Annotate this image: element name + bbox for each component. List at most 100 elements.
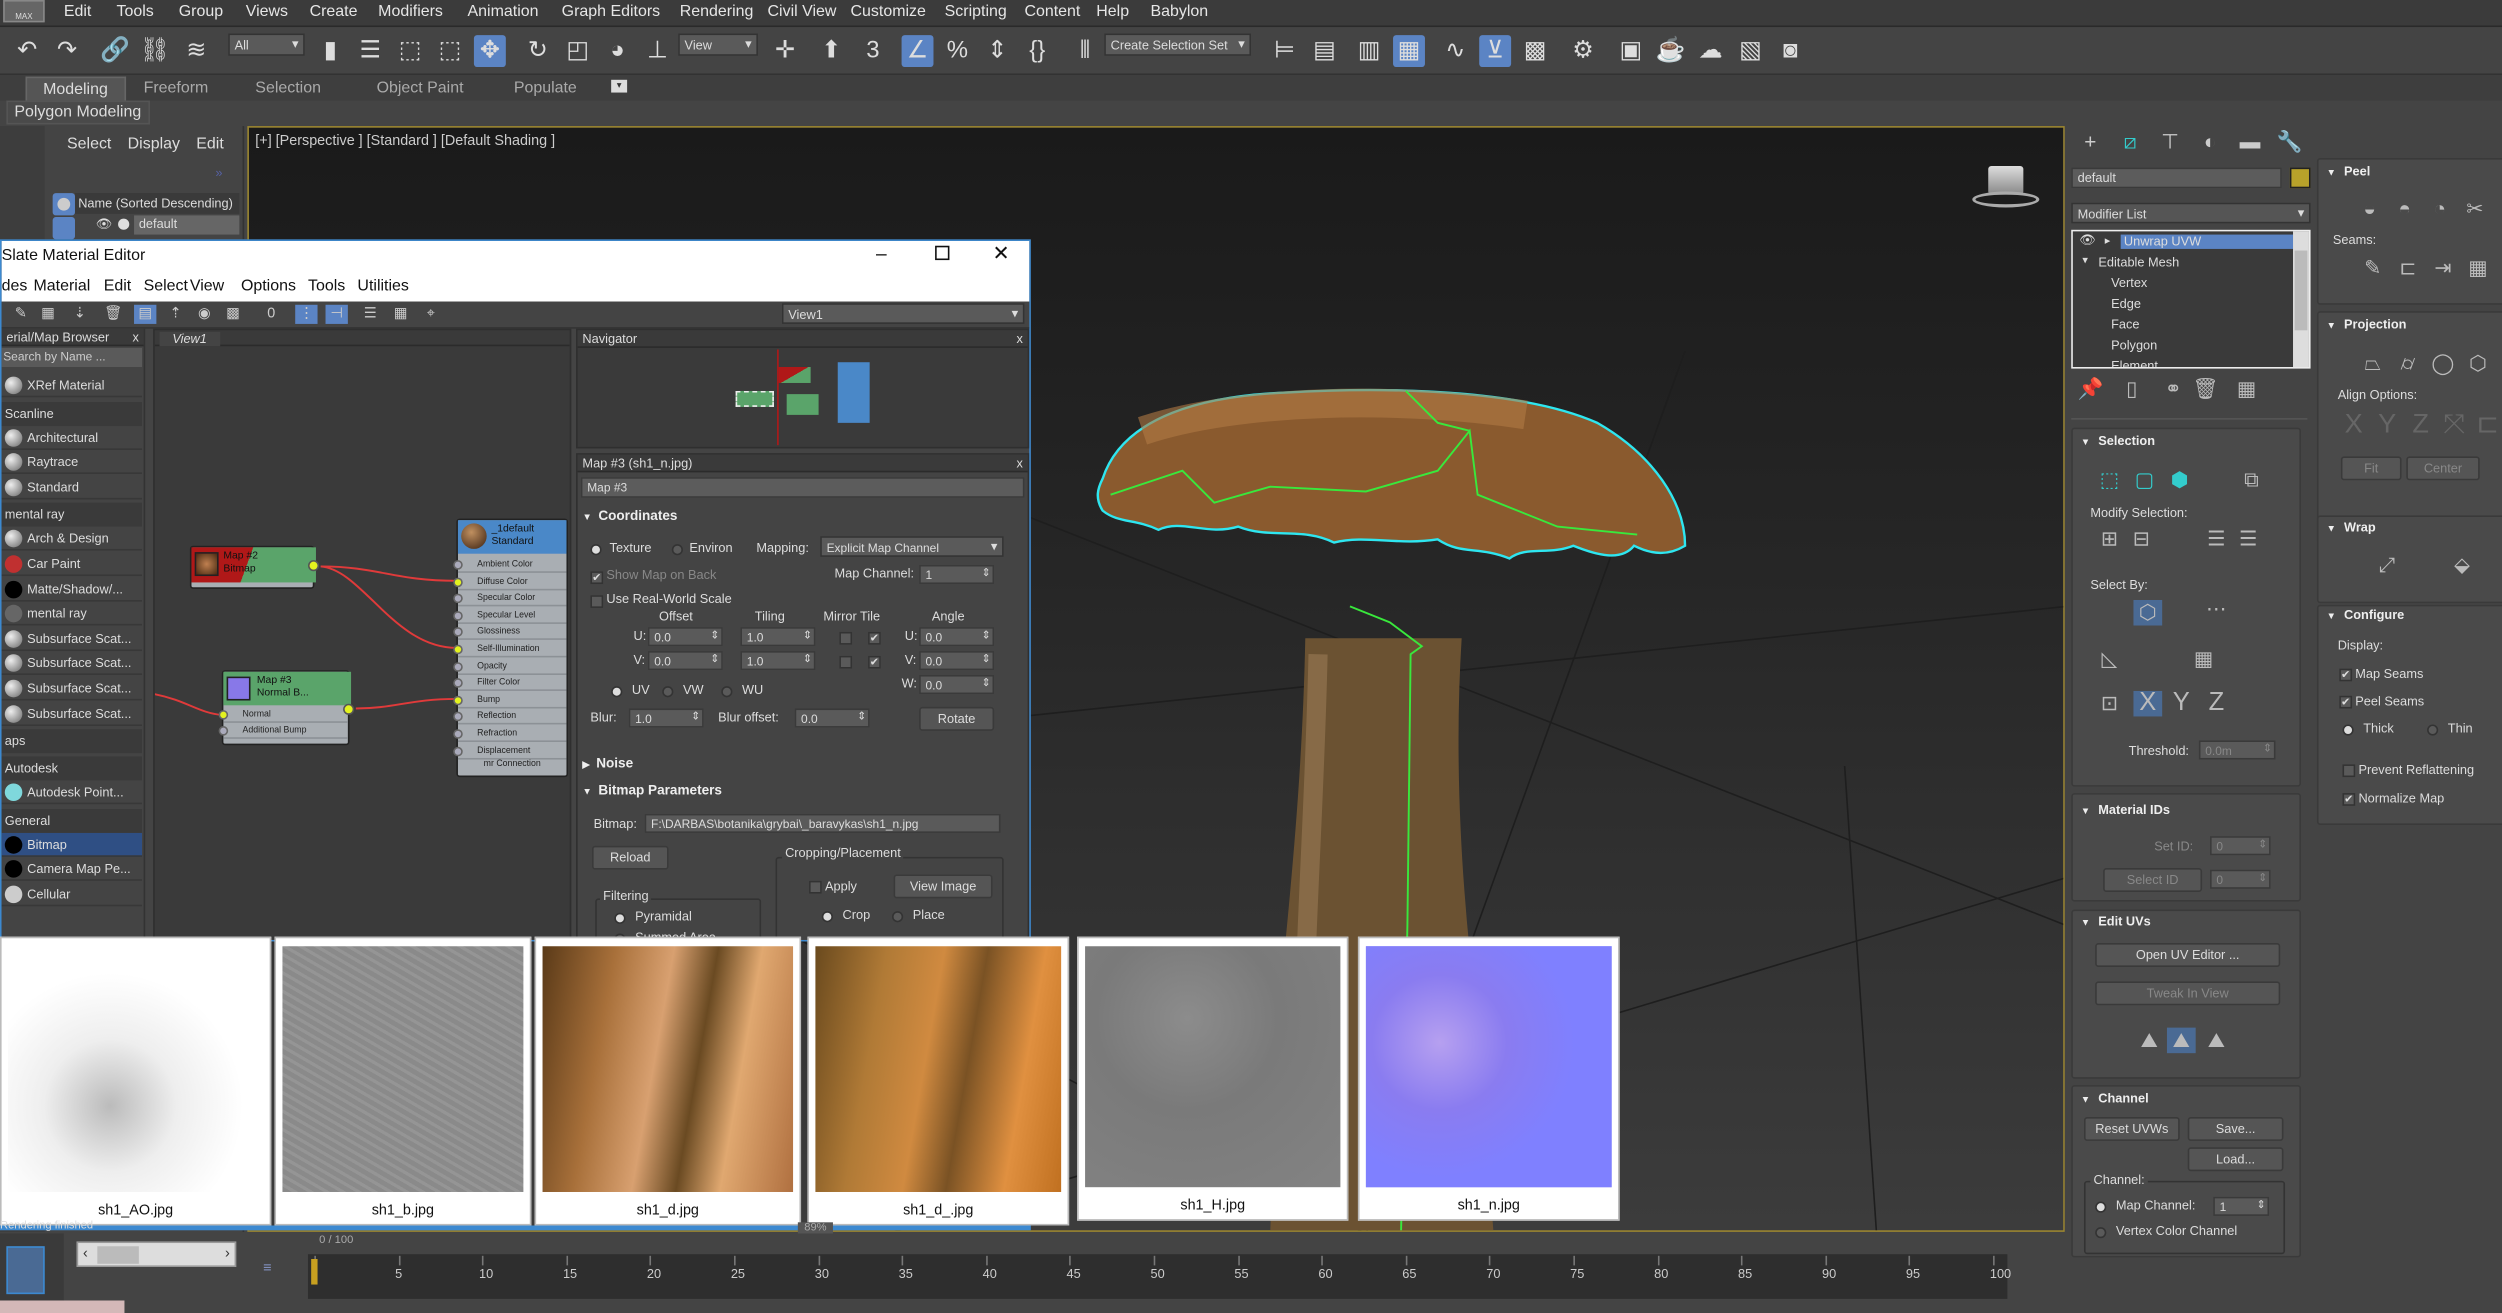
window-crossing-icon[interactable]: ⬚ — [434, 35, 466, 67]
rollout-toggle-icon[interactable]: ▼ — [2327, 613, 2336, 623]
viewcube[interactable] — [1972, 163, 2040, 211]
map-channel-spinner[interactable]: 1 — [2213, 1196, 2270, 1216]
browser-category-autodesk[interactable]: Autodesk — [1, 756, 143, 781]
planar-map-icon[interactable]: ⏢ — [2358, 351, 2387, 377]
browser-item-autodesk-point[interactable]: Autodesk Point... — [1, 781, 143, 805]
maximize-button[interactable] — [935, 245, 950, 261]
real-world-scale-checkbox[interactable] — [590, 595, 604, 608]
browser-item-mental-ray[interactable]: mental ray — [1, 602, 143, 626]
point-to-point-seam-icon[interactable]: ✎ — [2358, 255, 2387, 281]
place-icon[interactable]: ◕ — [602, 35, 634, 67]
texture-radio[interactable] — [590, 544, 602, 556]
stack-scrollbar[interactable] — [2293, 231, 2309, 368]
layer-explorer-icon[interactable]: ▤ — [1308, 35, 1340, 67]
bitmap-output-socket[interactable] — [307, 560, 320, 572]
menu-scripting[interactable]: Scripting — [945, 3, 1007, 21]
visibility-eye-icon[interactable]: 👁 — [2079, 233, 2095, 247]
schematic-view-icon[interactable]: ⊻ — [1479, 35, 1512, 68]
close-button[interactable]: ✕ — [993, 241, 1010, 267]
reference-coordinate-dropdown[interactable]: View — [678, 33, 758, 56]
delete-icon[interactable]: 🗑 — [102, 305, 124, 324]
scene-explorer-icon[interactable]: ▥ — [1353, 35, 1385, 67]
percent-snap-icon[interactable]: % — [941, 35, 973, 67]
redo-icon[interactable]: ↷ — [51, 35, 83, 67]
menu-group[interactable]: Group — [179, 3, 223, 21]
ribbon-tab-modeling[interactable]: Modeling — [25, 76, 126, 101]
loop-selection-icon[interactable]: ☰ — [2202, 527, 2231, 553]
slot-socket[interactable] — [453, 610, 463, 621]
stack-item-vertex[interactable]: Vertex — [2111, 276, 2147, 290]
reset-uvws-button[interactable]: Reset UVWs — [2083, 1116, 2180, 1141]
utilities-tab-icon[interactable]: 🔧 — [2274, 129, 2306, 155]
v-tile-checkbox[interactable]: ✔ — [868, 655, 881, 669]
rollout-toggle-icon[interactable]: ▼ — [2081, 439, 2090, 449]
ribbon-tab-selection[interactable]: Selection — [239, 77, 337, 101]
wu-radio[interactable] — [721, 686, 733, 698]
browser-item-standard[interactable]: Standard — [1, 475, 143, 500]
navigator-viewport-rect[interactable] — [735, 390, 774, 407]
planar-angle-icon[interactable]: ◺ — [2095, 646, 2124, 672]
menu-customize[interactable]: Customize — [851, 3, 926, 21]
channel-rollout-header[interactable]: ▼ Channel — [2081, 1091, 2149, 1105]
axis-y-icon[interactable]: Y — [2167, 690, 2196, 717]
quick-peel-view-icon[interactable]: ⛰ — [2166, 1027, 2196, 1054]
align-y-icon[interactable]: Y — [2373, 410, 2402, 438]
view-image-button[interactable]: View Image — [893, 874, 993, 899]
angle-snap-icon[interactable]: ∠ — [901, 35, 934, 68]
v-tiling-spinner[interactable]: 1.0 — [740, 651, 816, 671]
render-setup-icon[interactable]: ⚙ — [1567, 35, 1599, 67]
minimize-button[interactable]: – — [876, 243, 887, 265]
ribbon-icon[interactable]: ▦ — [1393, 35, 1425, 68]
expand-arrow-icon[interactable]: ▸ — [2105, 235, 2111, 247]
slot-filter-color[interactable]: Filter Color — [453, 675, 567, 692]
make-unique-icon[interactable]: ⚭ — [2161, 377, 2187, 403]
edit-uvs-rollout-header[interactable]: ▼ Edit UVs — [2081, 914, 2151, 928]
menu-modifiers[interactable]: Modifiers — [378, 3, 443, 21]
unfold-strip-icon[interactable]: ⬙ — [2448, 552, 2477, 578]
browser-item-subsurface-scat[interactable]: Subsurface Scat... — [1, 627, 143, 651]
seams-to-edge-icon[interactable]: ⇥ — [2429, 255, 2458, 281]
browser-item-subsurface-scat[interactable]: Subsurface Scat... — [1, 701, 143, 726]
slot-opacity[interactable]: Opacity — [453, 658, 567, 675]
rollout-toggle-icon[interactable]: ▶ — [582, 761, 589, 771]
slot-self-illumination[interactable]: Self-Illumination — [453, 641, 567, 658]
sme-menu-options[interactable]: Options — [241, 278, 296, 296]
configure-modifier-sets-icon[interactable]: ▦ — [2234, 377, 2260, 403]
menu-content[interactable]: Content — [1024, 3, 1080, 21]
grow-selection-icon[interactable]: ⊞ — [2095, 527, 2124, 553]
browser-item-bitmap[interactable]: Bitmap — [1, 832, 143, 857]
node-1default-standard[interactable]: _1default Standard Ambient Color Diffuse C… — [453, 518, 569, 778]
normal-output-socket[interactable] — [343, 703, 355, 715]
browser-item-matte-shadow[interactable]: Matte/Shadow/... — [1, 577, 143, 601]
rollout-toggle-icon[interactable]: ▼ — [2081, 1096, 2090, 1106]
link-icon[interactable]: 🔗 — [99, 35, 131, 67]
face-select-icon[interactable]: ⬢ — [2165, 468, 2194, 494]
curve-editor-icon[interactable]: ∿ — [1439, 35, 1471, 67]
pick-material-icon[interactable]: ▦ — [37, 305, 59, 324]
material-editor-icon[interactable]: ▩ — [1519, 35, 1551, 67]
collapse-arrow-icon[interactable]: ▾ — [2082, 254, 2088, 266]
browser-category-mental-ray[interactable]: mental ray — [1, 503, 143, 528]
slot-reflection[interactable]: Reflection — [453, 709, 567, 726]
rotate-button[interactable]: Rotate — [919, 706, 995, 731]
v-mirror-checkbox[interactable] — [839, 655, 853, 669]
key-filter-icon[interactable]: ≡ — [263, 1259, 271, 1275]
stack-item-editable-mesh[interactable]: Editable Mesh — [2098, 255, 2179, 269]
render-cloud-icon[interactable]: ☁ — [1695, 35, 1727, 67]
menu-views[interactable]: Views — [246, 3, 288, 21]
layout-all-icon[interactable]: ▤ — [134, 304, 157, 324]
expand-icon[interactable]: » — [215, 166, 222, 180]
sme-menu-utilities[interactable]: Utilities — [357, 278, 408, 296]
use-pivot-icon[interactable]: ⊥ — [641, 35, 673, 67]
stack-item-edge[interactable]: Edge — [2111, 297, 2141, 311]
slot-specular-color[interactable]: Specular Color — [453, 591, 567, 607]
u-tile-checkbox[interactable]: ✔ — [868, 631, 881, 645]
texture-thumbnail-sh1-ao-jpg[interactable]: sh1_AO.jpg — [0, 936, 272, 1226]
rollout-toggle-icon[interactable]: ▼ — [2081, 807, 2090, 817]
pin-stack-icon[interactable]: 📌 — [2078, 377, 2104, 403]
map-channel-radio[interactable] — [2095, 1201, 2107, 1213]
menu-edit[interactable]: Edit — [64, 3, 92, 21]
named-selection-set-dropdown[interactable]: Create Selection Set — [1104, 33, 1252, 56]
browser-search-input[interactable]: Search by Name ... — [1, 347, 143, 368]
render-icon[interactable]: ☕ — [1655, 35, 1687, 67]
